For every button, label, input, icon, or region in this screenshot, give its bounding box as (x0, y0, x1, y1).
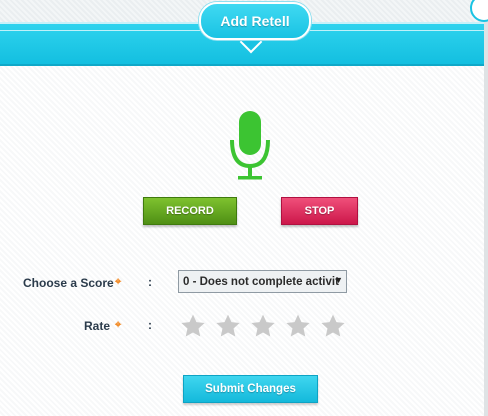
record-button[interactable]: RECORD (143, 197, 237, 225)
required-icon: ⌖ (115, 319, 122, 331)
rate-label: Rate (84, 319, 111, 333)
score-select[interactable]: 0 - Does not complete activity ▼ (178, 270, 347, 293)
star-icon[interactable] (250, 313, 276, 339)
dialog-title: Add Retell (199, 2, 311, 40)
score-label: Choose a Score (23, 276, 114, 290)
star-icon[interactable] (285, 313, 311, 339)
score-selected-value: 0 - Does not complete activity (183, 275, 339, 288)
star-icon[interactable] (320, 313, 346, 339)
star-icon[interactable] (180, 313, 206, 339)
required-icon: ⌖ (115, 276, 122, 288)
microphone-icon (230, 111, 270, 180)
score-colon: : (148, 275, 152, 289)
submit-changes-button[interactable]: Submit Changes (183, 375, 318, 403)
stop-button[interactable]: STOP (281, 197, 358, 225)
star-icon[interactable] (215, 313, 241, 339)
window-edge (484, 22, 488, 416)
dropdown-arrow-icon: ▼ (334, 275, 343, 285)
rate-colon: : (148, 318, 152, 332)
